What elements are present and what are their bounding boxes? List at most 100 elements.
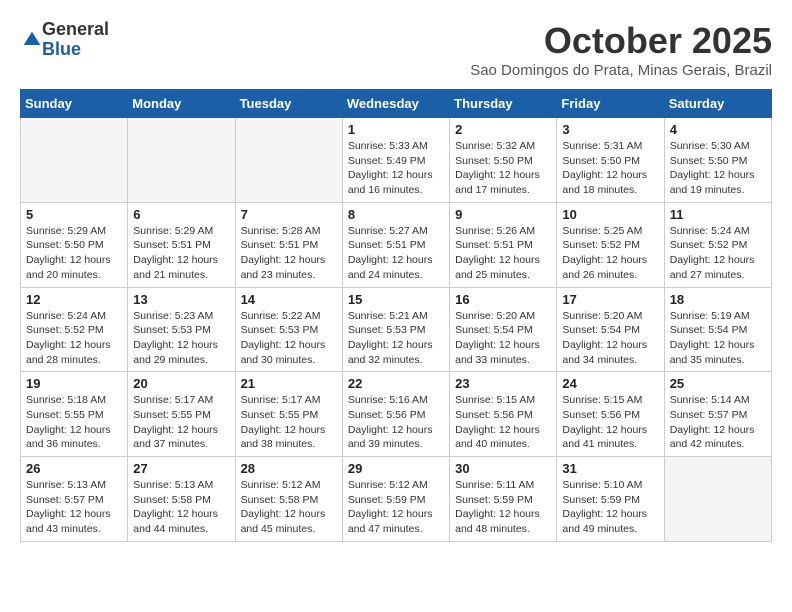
day-number: 13 — [133, 292, 229, 307]
day-info: Sunrise: 5:29 AM Sunset: 5:50 PM Dayligh… — [26, 224, 122, 283]
day-number: 16 — [455, 292, 551, 307]
day-info: Sunrise: 5:15 AM Sunset: 5:56 PM Dayligh… — [455, 393, 551, 452]
calendar-day-cell: 29Sunrise: 5:12 AM Sunset: 5:59 PM Dayli… — [342, 457, 449, 542]
title-block: October 2025 Sao Domingos do Prata, Mina… — [470, 20, 772, 79]
calendar-day-cell: 13 Sunrise: 5:23 AM Sunset: 5:53 PM Dayli… — [128, 287, 235, 372]
day-info: Sunrise: 5:28 AM Sunset: 5:51 PM Dayligh… — [241, 224, 337, 283]
calendar-day-cell: 27 Sunrise: 5:13 AM Sunset: 5:58 PM Dayli… — [128, 457, 235, 542]
day-number: 27 — [133, 461, 229, 476]
day-info: Sunrise: 5:17 AM Sunset: 5:55 PM Dayligh… — [133, 393, 229, 452]
day-info: Sunrise: 5:11 AM Sunset: 5:59 PM Dayligh… — [455, 478, 551, 537]
calendar-day-cell: 17 Sunrise: 5:20 AM Sunset: 5:54 PM Dayli… — [557, 287, 664, 372]
calendar-day-cell: 31 Sunrise: 5:10 AM Sunset: 5:59 PM Dayli… — [557, 457, 664, 542]
calendar-day-cell — [235, 118, 342, 203]
day-info: Sunrise: 5:30 AM Sunset: 5:50 PM Dayligh… — [670, 139, 766, 198]
day-info: Sunrise: 5:29 AM Sunset: 5:51 PM Dayligh… — [133, 224, 229, 283]
calendar-week-row: 5Sunrise: 5:29 AM Sunset: 5:50 PM Daylig… — [21, 202, 772, 287]
day-info: Sunrise: 5:26 AM Sunset: 5:51 PM Dayligh… — [455, 224, 551, 283]
day-number: 8 — [348, 207, 444, 222]
day-number: 15 — [348, 292, 444, 307]
day-number: 14 — [241, 292, 337, 307]
day-number: 17 — [562, 292, 658, 307]
weekday-header: Saturday — [664, 90, 771, 118]
calendar-day-cell: 14 Sunrise: 5:22 AM Sunset: 5:53 PM Dayli… — [235, 287, 342, 372]
calendar-week-row: 19 Sunrise: 5:18 AM Sunset: 5:55 PM Dayli… — [21, 372, 772, 457]
day-number: 23 — [455, 376, 551, 391]
day-number: 25 — [670, 376, 766, 391]
calendar: SundayMondayTuesdayWednesdayThursdayFrid… — [20, 89, 772, 542]
logo-text: General Blue — [42, 20, 109, 60]
weekday-row: SundayMondayTuesdayWednesdayThursdayFrid… — [21, 90, 772, 118]
day-number: 20 — [133, 376, 229, 391]
day-number: 21 — [241, 376, 337, 391]
calendar-day-cell: 25 Sunrise: 5:14 AM Sunset: 5:57 PM Dayli… — [664, 372, 771, 457]
calendar-day-cell: 7 Sunrise: 5:28 AM Sunset: 5:51 PM Daylig… — [235, 202, 342, 287]
day-info: Sunrise: 5:33 AM Sunset: 5:49 PM Dayligh… — [348, 139, 444, 198]
day-info: Sunrise: 5:18 AM Sunset: 5:55 PM Dayligh… — [26, 393, 122, 452]
calendar-day-cell: 28Sunrise: 5:12 AM Sunset: 5:58 PM Dayli… — [235, 457, 342, 542]
day-number: 18 — [670, 292, 766, 307]
day-number: 6 — [133, 207, 229, 222]
day-number: 9 — [455, 207, 551, 222]
day-number: 7 — [241, 207, 337, 222]
calendar-day-cell: 1 Sunrise: 5:33 AM Sunset: 5:49 PM Daylig… — [342, 118, 449, 203]
day-info: Sunrise: 5:16 AM Sunset: 5:56 PM Dayligh… — [348, 393, 444, 452]
day-number: 3 — [562, 122, 658, 137]
weekday-header: Tuesday — [235, 90, 342, 118]
day-info: Sunrise: 5:24 AM Sunset: 5:52 PM Dayligh… — [670, 224, 766, 283]
day-number: 30 — [455, 461, 551, 476]
page-header: General Blue October 2025 Sao Domingos d… — [20, 20, 772, 79]
weekday-header: Monday — [128, 90, 235, 118]
calendar-day-cell: 22 Sunrise: 5:16 AM Sunset: 5:56 PM Dayli… — [342, 372, 449, 457]
calendar-body: 1 Sunrise: 5:33 AM Sunset: 5:49 PM Daylig… — [21, 118, 772, 542]
logo-blue: Blue — [42, 40, 109, 60]
calendar-day-cell: 11 Sunrise: 5:24 AM Sunset: 5:52 PM Dayli… — [664, 202, 771, 287]
day-info: Sunrise: 5:24 AM Sunset: 5:52 PM Dayligh… — [26, 309, 122, 368]
day-info: Sunrise: 5:13 AM Sunset: 5:58 PM Dayligh… — [133, 478, 229, 537]
day-number: 24 — [562, 376, 658, 391]
calendar-day-cell: 8 Sunrise: 5:27 AM Sunset: 5:51 PM Daylig… — [342, 202, 449, 287]
calendar-week-row: 26Sunrise: 5:13 AM Sunset: 5:57 PM Dayli… — [21, 457, 772, 542]
calendar-day-cell: 16 Sunrise: 5:20 AM Sunset: 5:54 PM Dayli… — [450, 287, 557, 372]
calendar-day-cell — [664, 457, 771, 542]
day-info: Sunrise: 5:23 AM Sunset: 5:53 PM Dayligh… — [133, 309, 229, 368]
calendar-day-cell: 3 Sunrise: 5:31 AM Sunset: 5:50 PM Daylig… — [557, 118, 664, 203]
day-number: 4 — [670, 122, 766, 137]
calendar-header: SundayMondayTuesdayWednesdayThursdayFrid… — [21, 90, 772, 118]
day-info: Sunrise: 5:22 AM Sunset: 5:53 PM Dayligh… — [241, 309, 337, 368]
calendar-day-cell: 30 Sunrise: 5:11 AM Sunset: 5:59 PM Dayli… — [450, 457, 557, 542]
day-info: Sunrise: 5:14 AM Sunset: 5:57 PM Dayligh… — [670, 393, 766, 452]
day-number: 2 — [455, 122, 551, 137]
logo-icon — [22, 30, 42, 50]
day-number: 12 — [26, 292, 122, 307]
day-info: Sunrise: 5:19 AM Sunset: 5:54 PM Dayligh… — [670, 309, 766, 368]
calendar-day-cell: 23 Sunrise: 5:15 AM Sunset: 5:56 PM Dayli… — [450, 372, 557, 457]
logo-general: General — [42, 20, 109, 40]
day-number: 31 — [562, 461, 658, 476]
day-number: 19 — [26, 376, 122, 391]
day-info: Sunrise: 5:32 AM Sunset: 5:50 PM Dayligh… — [455, 139, 551, 198]
day-number: 1 — [348, 122, 444, 137]
calendar-day-cell: 5Sunrise: 5:29 AM Sunset: 5:50 PM Daylig… — [21, 202, 128, 287]
day-number: 11 — [670, 207, 766, 222]
day-number: 26 — [26, 461, 122, 476]
calendar-day-cell — [21, 118, 128, 203]
day-info: Sunrise: 5:12 AM Sunset: 5:58 PM Dayligh… — [241, 478, 337, 537]
day-number: 22 — [348, 376, 444, 391]
day-info: Sunrise: 5:21 AM Sunset: 5:53 PM Dayligh… — [348, 309, 444, 368]
day-info: Sunrise: 5:27 AM Sunset: 5:51 PM Dayligh… — [348, 224, 444, 283]
day-info: Sunrise: 5:15 AM Sunset: 5:56 PM Dayligh… — [562, 393, 658, 452]
day-info: Sunrise: 5:31 AM Sunset: 5:50 PM Dayligh… — [562, 139, 658, 198]
day-info: Sunrise: 5:10 AM Sunset: 5:59 PM Dayligh… — [562, 478, 658, 537]
calendar-day-cell — [128, 118, 235, 203]
weekday-header: Sunday — [21, 90, 128, 118]
weekday-header: Wednesday — [342, 90, 449, 118]
logo: General Blue — [20, 20, 109, 60]
day-info: Sunrise: 5:20 AM Sunset: 5:54 PM Dayligh… — [455, 309, 551, 368]
calendar-day-cell: 21Sunrise: 5:17 AM Sunset: 5:55 PM Dayli… — [235, 372, 342, 457]
weekday-header: Thursday — [450, 90, 557, 118]
day-info: Sunrise: 5:20 AM Sunset: 5:54 PM Dayligh… — [562, 309, 658, 368]
calendar-day-cell: 12 Sunrise: 5:24 AM Sunset: 5:52 PM Dayli… — [21, 287, 128, 372]
calendar-day-cell: 24 Sunrise: 5:15 AM Sunset: 5:56 PM Dayli… — [557, 372, 664, 457]
weekday-header: Friday — [557, 90, 664, 118]
